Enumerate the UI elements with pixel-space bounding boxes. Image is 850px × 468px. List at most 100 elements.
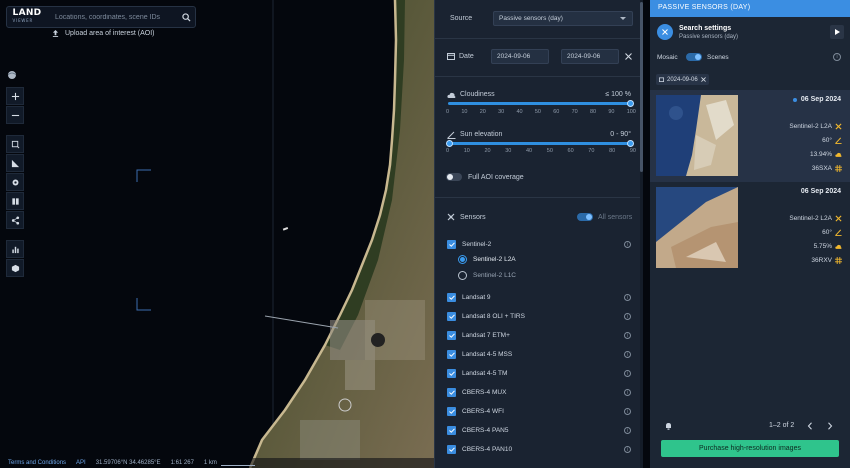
cloudiness-slider[interactable] [448,100,634,107]
pin-button[interactable] [6,173,24,191]
upload-aoi-link[interactable]: Upload area of interest (AOI) [52,30,155,37]
location-pin-icon [12,179,18,185]
date-to-input[interactable]: 2024-09-06 [561,49,619,64]
chevron-left-icon[interactable] [807,422,813,430]
sensor-item[interactable]: Landsat 4-5 TM [447,369,507,378]
search-settings-row[interactable]: Search settings Passive sensors (day) [650,17,850,47]
checkbox[interactable] [447,426,456,435]
cloudiness-tick-label: 0 [446,109,450,115]
search-icon[interactable] [177,12,195,22]
purchase-button[interactable]: Purchase high-resolution images [661,440,839,457]
sensor-radio-item[interactable]: Sentinel-2 L1C [458,271,516,280]
sensor-item[interactable]: CBERS-4 PAN5 [447,426,508,435]
scene-sun-elevation: 60° [822,229,842,236]
info-icon[interactable]: i [624,370,631,377]
date-chip-label: 2024-09-06 [667,76,698,83]
info-icon[interactable]: i [624,332,631,339]
scene-thumbnail [656,187,738,268]
sensor-item[interactable]: Landsat 7 ETM+ [447,331,510,340]
app-logo[interactable]: LAND VIEWER [7,7,47,27]
zoom-out-button[interactable] [6,106,24,124]
sensor-item[interactable]: CBERS-4 PAN10 [447,445,512,454]
globe-icon[interactable] [6,70,18,82]
checkbox[interactable] [447,240,456,249]
zoom-in-button[interactable] [6,87,24,105]
draw-polygon-icon [11,140,19,148]
close-icon[interactable] [700,77,706,82]
sun-elevation-value: 0 - 90° [610,131,631,138]
sensor-item[interactable]: Landsat 4-5 MSS [447,350,512,359]
cloud-icon [835,244,842,249]
bell-icon[interactable] [665,422,672,430]
checkbox[interactable] [447,407,456,416]
play-button[interactable] [830,25,844,39]
scene-cloud-cover: 5.75% [814,243,842,250]
close-icon[interactable] [625,53,632,60]
scene-card[interactable]: 06 Sep 2024 Sentinel-2 L2A 60° 5.75% 36R… [650,182,850,274]
search-input[interactable] [47,13,177,21]
results-header: PASSIVE SENSORS (DAY) [650,0,850,17]
sensor-item[interactable]: Landsat 9 [447,293,491,302]
share-button[interactable] [6,211,24,229]
terms-link[interactable]: Terms and Conditions [8,460,66,466]
scene-tile-id: 36SXA [812,165,842,172]
checkbox[interactable] [447,350,456,359]
mosaic-label: Mosaic [657,54,678,61]
checkbox[interactable] [447,331,456,340]
source-select[interactable]: Passive sensors (day) [493,11,633,26]
analytics-button[interactable] [6,240,24,258]
radio-button[interactable] [458,271,467,280]
close-settings-button[interactable] [657,24,673,40]
api-link[interactable]: API [76,460,86,466]
angle-icon [447,131,456,139]
3d-view-button[interactable] [6,259,24,277]
checkbox[interactable] [447,312,456,321]
layers-button[interactable] [6,192,24,210]
sensor-item[interactable]: Landsat 8 OLI + TIRS [447,312,525,321]
info-icon[interactable]: i [833,53,841,61]
chevron-right-icon[interactable] [827,422,833,430]
scene-tile-id: 36RXV [811,257,842,264]
cloudiness-slider-handle[interactable] [627,100,634,107]
sun-max-handle[interactable] [627,140,634,147]
cloudiness-tick-label: 20 [479,109,486,115]
info-icon[interactable]: i [624,294,631,301]
checkbox[interactable] [447,445,456,454]
cloudiness-tick-label: 70 [571,109,578,115]
scene-card[interactable]: 06 Sep 2024 Sentinel-2 L2A 60° 13.94% 36… [650,90,850,182]
cloudiness-tick-label: 30 [498,109,505,115]
measure-button[interactable] [6,154,24,172]
info-icon[interactable]: i [624,313,631,320]
info-icon[interactable]: i [624,351,631,358]
mosaic-scenes-toggle[interactable] [686,53,702,61]
radio-button[interactable] [458,255,467,264]
bar-chart-icon [11,246,19,253]
info-icon[interactable]: i [624,389,631,396]
sensor-item[interactable]: CBERS-4 MUX [447,388,506,397]
sensor-radio-item[interactable]: Sentinel-2 L2A [458,255,516,264]
info-icon[interactable]: i [624,241,631,248]
full-aoi-toggle[interactable] [446,173,462,181]
info-icon[interactable]: i [624,427,631,434]
date-from-input[interactable]: 2024-09-06 [491,49,549,64]
info-icon[interactable]: i [624,446,631,453]
info-icon[interactable]: i [624,408,631,415]
checkbox[interactable] [447,388,456,397]
status-bar: Terms and Conditions API 31.59706°N 34.4… [0,458,434,468]
sensor-item[interactable]: CBERS-4 WFI [447,407,504,416]
checkbox[interactable] [447,369,456,378]
all-sensors-toggle[interactable] [577,213,593,221]
sun-elevation-tick-label: 50 [546,148,553,154]
angle-icon [835,229,842,236]
date-filter-chip[interactable]: 2024-09-06 [656,74,709,85]
sun-elevation-slider[interactable] [446,140,634,147]
scene-sun-elevation: 60° [822,137,842,144]
draw-aoi-button[interactable] [6,135,24,153]
sensor-item[interactable]: Sentinel-2 [447,240,491,249]
sun-min-handle[interactable] [446,140,453,147]
checkbox[interactable] [447,293,456,302]
sun-elevation-tick-label: 80 [609,148,616,154]
minus-icon [11,114,19,116]
source-label: Source [450,15,473,22]
panel-scrollbar-thumb[interactable] [640,2,643,172]
